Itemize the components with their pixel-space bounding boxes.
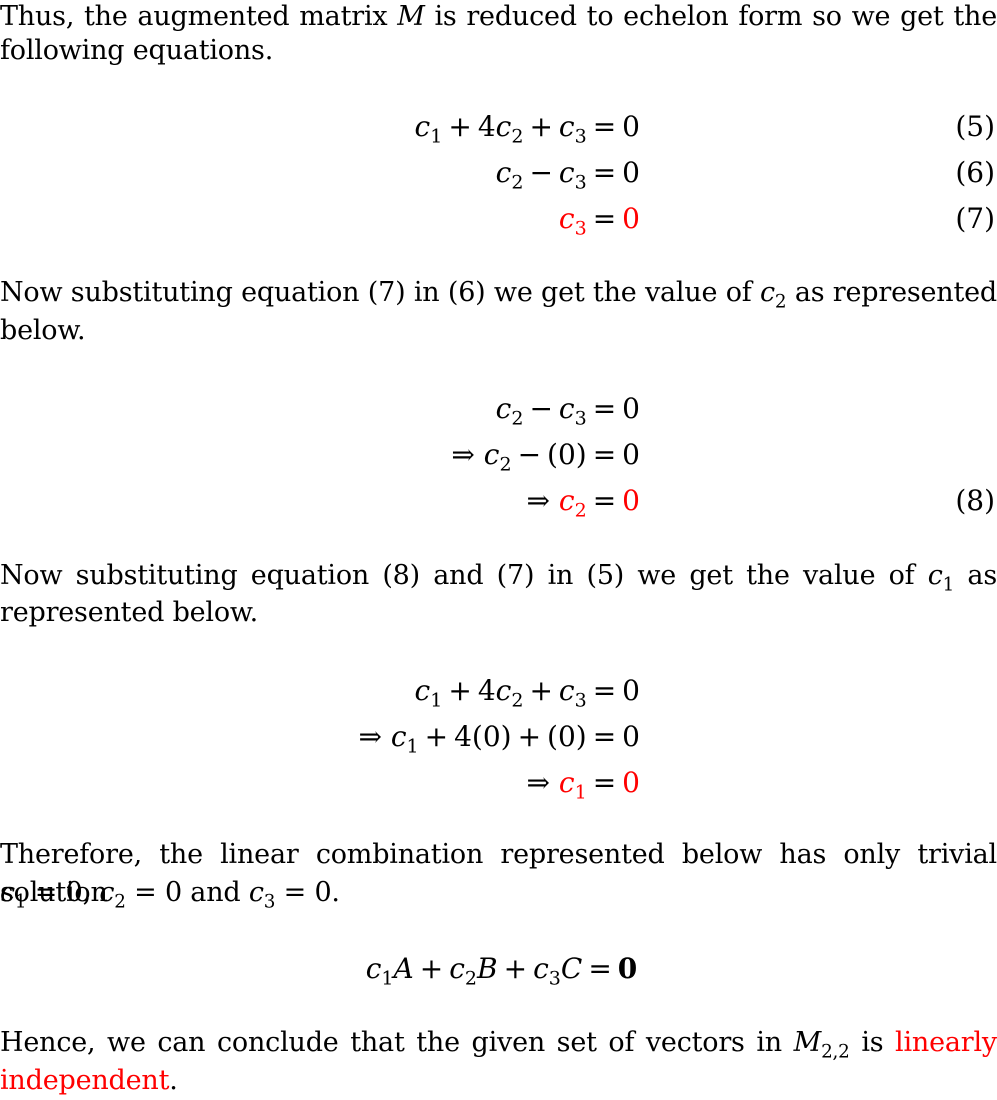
substitution-c2-paragraph-line1: Now substituting equation (7) in (6) we …: [0, 277, 997, 313]
equation-7-expression: c3 = 0: [558, 202, 640, 240]
solve-c1-step-1: c1 +4c2 + c3 = 0: [414, 674, 640, 712]
solve-c2-step-3: ⇒ c2 = 0 (8): [0, 478, 997, 524]
equation-5-expression: c1 +4c2 + c3 = 0: [414, 110, 640, 148]
intro-paragraph-line2: following equations.: [0, 35, 274, 66]
solve-c2-step-1: c2− c3 = 0: [495, 392, 640, 430]
intro-text: Thus, the augmented matrix M is reduced …: [0, 1, 997, 32]
solve-c1-step-3: ⇒ c1 = 0: [526, 766, 640, 804]
substitution-c1-paragraph-line1: Now substituting equation (8) and (7) in…: [0, 560, 997, 596]
equation-number: (7): [955, 202, 995, 235]
equation-7: c3 = 0 (7): [0, 196, 997, 242]
equation-number: (5): [955, 110, 995, 143]
equation-6: c2− c3 = 0 (6): [0, 150, 997, 196]
solve-c2-step-2: ⇒ c2− (0) = 0: [451, 438, 640, 476]
conclusion-highlight: independent: [0, 1065, 170, 1096]
equation-number: (8): [955, 484, 995, 517]
solve-c1-step-2: ⇒ c1 +4(0) + (0) = 0: [358, 720, 640, 758]
highlighted-variable: c3: [558, 202, 587, 240]
equation-5: c1 +4c2 + c3 = 0 (5): [0, 104, 997, 150]
implies-icon: ⇒: [526, 484, 550, 517]
highlighted-value: 0: [622, 202, 640, 235]
highlighted-variable: c2: [558, 484, 587, 522]
equation-number: (6): [955, 156, 995, 189]
intro-paragraph-line1: Thus, the augmented matrix M is reduced …: [0, 0, 997, 36]
substitution-c2-paragraph-line2: below.: [0, 315, 86, 346]
conclusion-highlight: linearly: [895, 1027, 997, 1058]
linear-combination-equation: c1A + c2B + c3C = 0: [365, 952, 638, 990]
conclusion-paragraph-line2: independent.: [0, 1065, 178, 1096]
implies-icon: ⇒: [358, 720, 382, 753]
highlighted-variable: c1: [558, 766, 587, 804]
implies-icon: ⇒: [526, 766, 550, 799]
highlighted-value: 0: [622, 484, 640, 517]
implies-icon: ⇒: [451, 438, 475, 471]
conclusion-paragraph-line1: Hence, we can conclude that the given se…: [0, 1027, 997, 1063]
highlighted-value: 0: [622, 766, 640, 799]
equation-6-expression: c2− c3 = 0: [495, 156, 640, 194]
zero-vector: 0: [617, 952, 638, 985]
trivial-solution-paragraph-line2: c1 = 0, c2 = 0 and c3 = 0.: [0, 877, 340, 913]
substitution-c1-paragraph-line2: represented below.: [0, 597, 259, 628]
